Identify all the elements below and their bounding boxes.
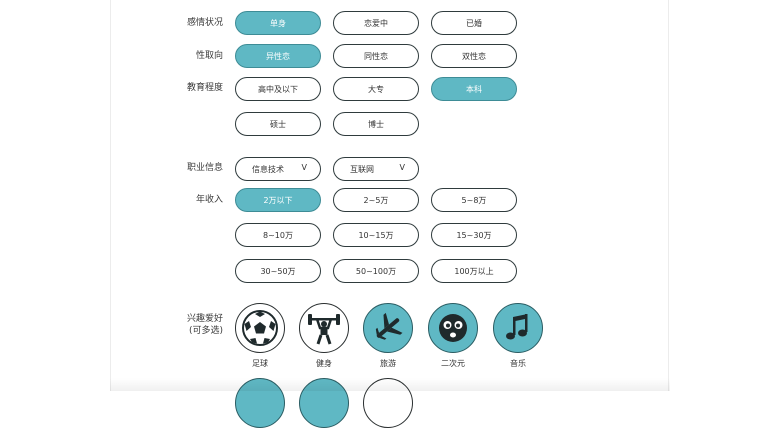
relationship-option-single[interactable]: 单身 — [235, 11, 321, 35]
education-option-college[interactable]: 大专 — [333, 77, 419, 101]
hobby-acg-label: 二次元 — [441, 359, 465, 368]
hobby-acg-button[interactable] — [428, 303, 478, 353]
education-option-doctor[interactable]: 博士 — [333, 112, 419, 136]
education-label: 教育程度 — [186, 83, 223, 93]
income-option-50-100w[interactable]: 50~100万 — [333, 259, 419, 283]
music-note-icon — [506, 314, 528, 340]
orientation-label: 性取向 — [195, 51, 223, 61]
education-option-highschool[interactable]: 高中及以下 — [235, 77, 321, 101]
education-option-bachelor[interactable]: 本科 — [431, 77, 517, 101]
orientation-option-homo[interactable]: 同性恋 — [333, 44, 419, 68]
left-rail — [110, 0, 111, 391]
hobbies-sublabel: (可多选) — [188, 326, 223, 336]
relationship-option-dating[interactable]: 恋爱中 — [333, 11, 419, 35]
bottom-shadow — [110, 378, 670, 391]
relationship-option-married[interactable]: 已婚 — [431, 11, 517, 35]
income-option-15-30w[interactable]: 15~30万 — [431, 223, 517, 247]
income-label: 年收入 — [195, 195, 223, 205]
soccer-ball-icon — [242, 310, 278, 346]
income-option-30-50w[interactable]: 30~50万 — [235, 259, 321, 283]
industry-select-value: 信息技术 — [252, 164, 284, 174]
income-option-over-100w[interactable]: 100万以上 — [431, 259, 517, 283]
anime-face-icon — [439, 314, 467, 342]
weightlifter-icon — [308, 314, 340, 345]
income-option-8-10w[interactable]: 8~10万 — [235, 223, 321, 247]
income-option-5-8w[interactable]: 5~8万 — [431, 188, 517, 212]
orientation-option-bi[interactable]: 双性恋 — [431, 44, 517, 68]
hobby-travel-button[interactable] — [363, 303, 413, 353]
relationship-label: 感情状况 — [186, 18, 223, 28]
chevron-down-icon: V — [301, 163, 307, 172]
hobby-music-button[interactable] — [493, 303, 543, 353]
industry-select[interactable]: 信息技术 V — [235, 157, 321, 181]
occupation-label: 职业信息 — [186, 163, 223, 173]
hobby-travel-label: 旅游 — [380, 359, 396, 368]
field-select[interactable]: 互联网 V — [333, 157, 419, 181]
right-rail — [668, 0, 669, 391]
airplane-icon — [375, 312, 403, 340]
hobby-fitness-button[interactable] — [299, 303, 349, 353]
orientation-option-hetero[interactable]: 异性恋 — [235, 44, 321, 68]
education-option-master[interactable]: 硕士 — [235, 112, 321, 136]
hobby-fitness-label: 健身 — [316, 359, 332, 368]
income-option-2-5w[interactable]: 2~5万 — [333, 188, 419, 212]
field-select-value: 互联网 — [350, 164, 374, 174]
hobby-soccer-label: 足球 — [252, 359, 268, 368]
chevron-down-icon: V — [399, 163, 405, 172]
income-option-under-2w[interactable]: 2万以下 — [235, 188, 321, 212]
hobby-music-label: 音乐 — [510, 359, 526, 368]
income-option-10-15w[interactable]: 10~15万 — [333, 223, 419, 247]
hobby-soccer-button[interactable] — [235, 303, 285, 353]
hobbies-label: 兴趣爱好 — [186, 314, 223, 324]
